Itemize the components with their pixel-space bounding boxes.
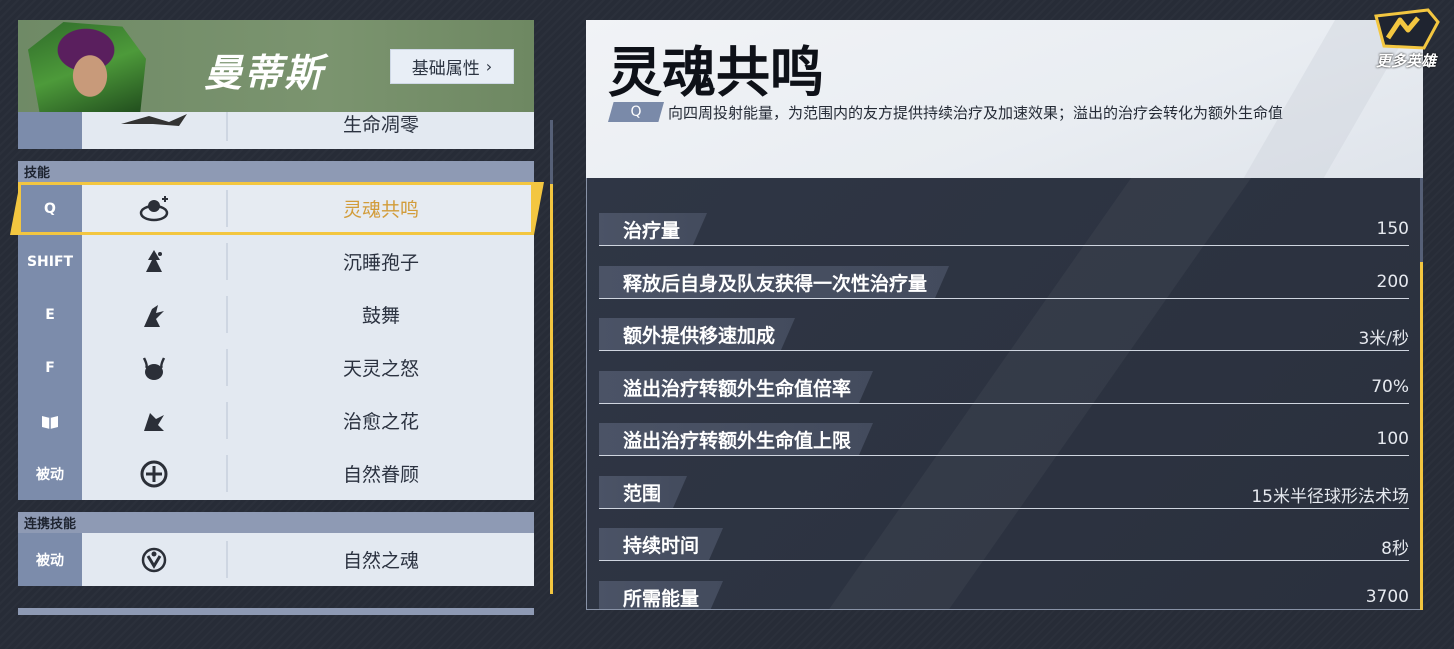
skill-key: 被动 <box>18 533 82 586</box>
skill-key: SHIFT <box>18 235 82 288</box>
stat-label: 持续时间 <box>623 535 700 557</box>
stat-value: 8秒 <box>1381 539 1409 559</box>
hero-header: 曼蒂斯 基础属性 › <box>18 20 534 112</box>
section-title-combo: 连携技能 <box>18 512 534 533</box>
stat-value: 150 <box>1376 219 1409 239</box>
chevron-right-icon: › <box>485 57 493 76</box>
skill-key <box>18 112 82 149</box>
skill-name: 鼓舞 <box>361 305 400 327</box>
skill-key: E <box>18 288 82 341</box>
stat-row: 额外提供移速加成 3米/秒 <box>599 313 1409 351</box>
skill-row-healing-flower[interactable]: 治愈之花 <box>18 394 534 447</box>
stat-value: 70% <box>1371 377 1409 397</box>
skill-detail-panel: 灵魂共鸣 Q 向四周投射能量，为范围内的友方提供持续治疗及加速效果；溢出的治疗会… <box>586 20 1423 610</box>
stat-row: 溢出治疗转额外生命值上限 100 <box>599 418 1409 456</box>
skill-name: 灵魂共鸣 <box>342 199 419 221</box>
skill-row-e[interactable]: E 鼓舞 <box>18 288 534 341</box>
inspire-icon <box>82 296 228 333</box>
stat-value: 200 <box>1376 272 1409 292</box>
more-heroes-logo[interactable]: 更多英雄 <box>1366 8 1446 70</box>
healing-flower-icon <box>82 402 228 439</box>
skill-detail-header: 灵魂共鸣 Q 向四周投射能量，为范围内的友方提供持续治疗及加速效果；溢出的治疗会… <box>586 20 1423 178</box>
more-heroes-text: 更多英雄 <box>1375 52 1436 70</box>
skill-key: Q <box>18 182 82 235</box>
stat-value: 15米半径球形法术场 <box>1251 487 1409 507</box>
skill-name: 自然之魂 <box>342 550 419 572</box>
sleep-spore-icon <box>82 243 228 280</box>
skill-list-bottom-strip <box>18 608 534 615</box>
selection-marker-right <box>534 182 544 235</box>
skill-title: 灵魂共鸣 <box>608 41 824 104</box>
stat-value: 3700 <box>1365 587 1409 607</box>
stat-label: 溢出治疗转额外生命值上限 <box>623 430 852 452</box>
stat-row: 溢出治疗转额外生命值倍率 70% <box>599 366 1409 404</box>
nature-soul-icon <box>82 541 228 578</box>
stat-row: 治疗量 150 <box>599 208 1409 246</box>
base-attributes-button[interactable]: 基础属性 › <box>390 49 514 84</box>
skill-name: 生命凋零 <box>342 114 419 136</box>
skill-name: 治愈之花 <box>342 411 419 433</box>
celestial-wrath-icon <box>82 349 228 386</box>
skill-list: 生命凋零 技能 Q 灵魂共鸣 SHIFT 沉睡孢子 E 鼓舞 F 天灵之怒 治愈… <box>10 112 544 586</box>
skill-row-shift[interactable]: SHIFT 沉睡孢子 <box>18 235 534 288</box>
skill-key-book-icon <box>18 394 82 447</box>
stat-label: 额外提供移速加成 <box>623 325 776 347</box>
stats-scroll-thumb[interactable] <box>1420 262 1423 610</box>
skill-key-badge: Q <box>608 102 664 122</box>
base-attributes-label: 基础属性 <box>411 59 480 79</box>
combo-skill-row-passive[interactable]: 被动 自然之魂 <box>18 533 534 586</box>
stat-label: 溢出治疗转额外生命值倍率 <box>623 378 852 400</box>
skill-name: 天灵之怒 <box>342 358 419 380</box>
more-heroes-emblem-icon <box>1374 8 1440 50</box>
skill-row-f[interactable]: F 天灵之怒 <box>18 341 534 394</box>
skill-key: 被动 <box>18 447 82 500</box>
soul-resonance-icon <box>82 190 228 227</box>
stat-row: 范围 15米半径球形法术场 <box>599 471 1409 509</box>
section-title-skills: 技能 <box>18 161 534 182</box>
hero-name: 曼蒂斯 <box>204 51 325 95</box>
skill-stats[interactable]: 治疗量 150 释放后自身及队友获得一次性治疗量 200 额外提供移速加成 3米… <box>586 178 1423 610</box>
skill-name: 沉睡孢子 <box>342 252 419 274</box>
stat-value: 3米/秒 <box>1358 329 1409 349</box>
stat-row: 持续时间 8秒 <box>599 523 1409 561</box>
stat-label: 治疗量 <box>623 220 681 242</box>
stat-label: 范围 <box>623 483 662 505</box>
skill-row-partial[interactable]: 生命凋零 <box>18 112 534 149</box>
stat-label: 释放后自身及队友获得一次性治疗量 <box>623 273 928 295</box>
skill-description: 向四周投射能量，为范围内的友方提供持续治疗及加速效果；溢出的治疗会转化为额外生命… <box>668 104 1284 122</box>
skill-list-scroll-thumb[interactable] <box>550 184 553 594</box>
stat-label: 所需能量 <box>623 588 700 610</box>
stat-row: 释放后自身及队友获得一次性治疗量 200 <box>599 261 1409 299</box>
skill-row-passive[interactable]: 被动 自然眷顾 <box>18 447 534 500</box>
nature-grace-icon <box>82 455 228 492</box>
skill-row-q[interactable]: Q 灵魂共鸣 <box>10 182 544 235</box>
skill-name: 自然眷顾 <box>342 464 419 486</box>
stat-row: 所需能量 3700 <box>599 576 1409 610</box>
withering-icon <box>82 112 228 141</box>
stat-value: 100 <box>1376 429 1409 449</box>
skill-key: F <box>18 341 82 394</box>
hero-portrait <box>28 22 146 112</box>
